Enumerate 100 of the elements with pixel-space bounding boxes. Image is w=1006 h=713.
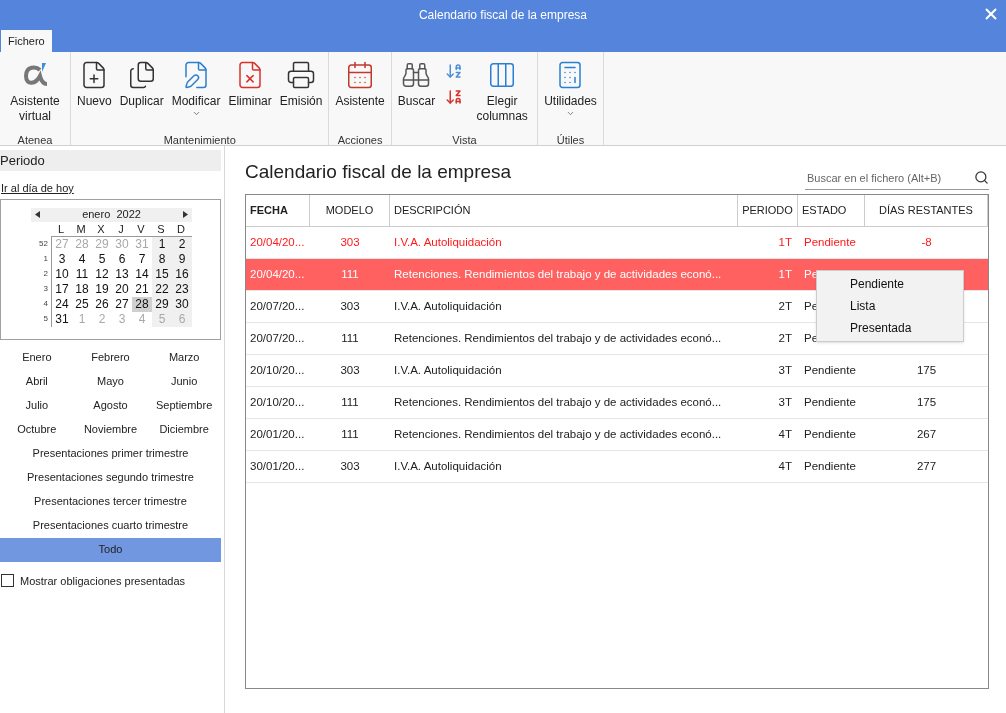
ribbon-button[interactable]: Asistente bbox=[331, 52, 389, 128]
ribbon-group-label: Mantenimiento bbox=[163, 133, 236, 148]
week-number: 3 bbox=[42, 283, 49, 295]
table-cell-text: 20/10/20... bbox=[249, 362, 306, 378]
calendar-day[interactable]: 21 bbox=[132, 281, 152, 297]
ribbon-group-label: Atenea bbox=[17, 133, 53, 148]
table-cell-text: Retenciones. Rendimientos del trabajo y de actividades econó... bbox=[393, 266, 723, 282]
period-option[interactable]: Abril bbox=[0, 369, 74, 394]
calendar-day[interactable]: 20 bbox=[112, 281, 132, 297]
table-cell-text: -8 bbox=[920, 234, 933, 250]
column-header[interactable]: DESCRIPCIÓN bbox=[390, 195, 738, 226]
ribbon-button[interactable]: Elegir columnas bbox=[469, 52, 536, 128]
period-option[interactable]: Junio bbox=[147, 369, 221, 394]
period-option[interactable]: Diciembre bbox=[147, 417, 221, 442]
table-cell-text: I.V.A. Autoliquidación bbox=[393, 458, 503, 474]
calendar-day[interactable]: 3 bbox=[52, 251, 72, 267]
table-cell-text: Pendiente bbox=[803, 234, 857, 250]
period-option[interactable]: Octubre bbox=[0, 417, 74, 442]
calendar-day[interactable]: 17 bbox=[52, 281, 72, 297]
calendar-day[interactable]: 31 bbox=[52, 311, 72, 327]
printer-icon bbox=[286, 60, 317, 90]
weekday-label: L bbox=[56, 221, 66, 237]
period-option[interactable]: Julio bbox=[0, 393, 74, 418]
table-cell-text: 267 bbox=[915, 426, 938, 442]
checkbox-label: Mostrar obligaciones presentadas bbox=[20, 573, 186, 589]
period-option[interactable]: Noviembre bbox=[73, 417, 148, 442]
period-option[interactable]: Todo bbox=[0, 537, 221, 562]
calendar-day[interactable]: 5 bbox=[92, 251, 112, 267]
table-cell-text: Pendiente bbox=[803, 394, 857, 410]
weekday-label: D bbox=[176, 221, 186, 237]
left-arrow-icon bbox=[35, 211, 40, 218]
period-option[interactable]: Presentaciones segundo trimestre bbox=[0, 465, 221, 490]
column-header[interactable]: MODELO bbox=[310, 195, 390, 226]
week-number: 52 bbox=[38, 238, 49, 250]
calendar-day[interactable]: 18 bbox=[72, 281, 92, 297]
calendar-day[interactable]: 11 bbox=[72, 266, 92, 282]
ribbon-button[interactable]: Asistente virtual bbox=[2, 52, 68, 128]
calendar-day[interactable]: 27 bbox=[112, 296, 132, 312]
ribbon-button[interactable]: Utilidades bbox=[540, 52, 601, 128]
calendar-day[interactable]: 24 bbox=[52, 296, 72, 312]
table-row[interactable]: 20/10/20... 111 Retenciones. Rendimientos del trabajo y de actividades econó... 3T Pendiente 175 bbox=[246, 387, 988, 419]
calendar-day[interactable]: 26 bbox=[92, 296, 112, 312]
ribbon-tab[interactable]: Fichero bbox=[1, 30, 52, 52]
period-option[interactable]: Marzo bbox=[147, 345, 221, 370]
table-cell-text: Retenciones. Rendimientos del trabajo y de actividades econó... bbox=[393, 394, 723, 410]
checkbox[interactable] bbox=[1, 574, 14, 588]
table-cell-text: Pendiente bbox=[803, 458, 857, 474]
table-cell-text: 30/01/20... bbox=[249, 458, 306, 474]
menu-item[interactable]: Lista bbox=[817, 295, 963, 317]
calendar-day[interactable]: 10 bbox=[52, 266, 72, 282]
period-option[interactable]: Mayo bbox=[73, 369, 148, 394]
column-header[interactable]: ESTADO bbox=[798, 195, 865, 226]
calendar-day[interactable]: 7 bbox=[132, 251, 152, 267]
period-option[interactable]: Presentaciones cuarto trimestre bbox=[0, 513, 221, 538]
column-header[interactable]: PERIODO bbox=[738, 195, 798, 226]
table-cell-text: Pendiente bbox=[803, 426, 857, 442]
calendar-day[interactable]: 25 bbox=[72, 296, 92, 312]
calendar-day[interactable]: 1 bbox=[152, 237, 172, 252]
week-number: 1 bbox=[42, 253, 49, 265]
period-option[interactable]: Febrero bbox=[73, 345, 148, 370]
table-cell-text: 111 bbox=[340, 266, 360, 282]
table-cell-text: 4T bbox=[777, 458, 793, 474]
table-cell-text: 303 bbox=[339, 362, 361, 378]
calendar-day[interactable]: 6 bbox=[112, 251, 132, 267]
calendar-day[interactable]: 13 bbox=[112, 266, 132, 282]
period-option[interactable]: Agosto bbox=[73, 393, 148, 418]
table-cell-text: 20/01/20... bbox=[249, 426, 306, 442]
table-row[interactable]: 20/01/20... 111 Retenciones. Rendimientos del trabajo y de actividades econó... 4T Pendiente 267 bbox=[246, 419, 988, 451]
page-title: Calendario fiscal de la empresa bbox=[245, 159, 512, 184]
calendar-day[interactable]: 28 bbox=[132, 296, 152, 312]
dropdown-icon bbox=[566, 109, 575, 118]
ribbon-button[interactable]: Buscar bbox=[393, 52, 440, 128]
today-link[interactable]: Ir al día de hoy bbox=[1, 180, 224, 197]
column-header[interactable]: DÍAS RESTANTES bbox=[865, 195, 988, 226]
table-row[interactable]: 30/01/20... 303 I.V.A. Autoliquidación 4T Pendiente 277 bbox=[246, 451, 988, 483]
calendar-day[interactable]: 2 bbox=[172, 237, 192, 252]
calendar-day[interactable]: 19 bbox=[92, 281, 112, 297]
calendar-day[interactable]: 12 bbox=[92, 266, 112, 282]
calendar-day[interactable]: 14 bbox=[132, 266, 152, 282]
table-cell-text: 20/10/20... bbox=[249, 394, 306, 410]
table-row[interactable]: 20/10/20... 303 I.V.A. Autoliquidación 3T Pendiente 175 bbox=[246, 355, 988, 387]
period-option[interactable]: Enero bbox=[0, 345, 74, 370]
next-month-button[interactable] bbox=[183, 211, 188, 218]
ribbon-button[interactable]: Eliminar bbox=[224, 52, 276, 128]
ribbon-button[interactable]: Nuevo bbox=[73, 52, 116, 128]
table-cell-text: 175 bbox=[915, 394, 938, 410]
ribbon-button[interactable]: Modificar bbox=[167, 52, 225, 128]
period-option[interactable]: Septiembre bbox=[147, 393, 221, 418]
calendar-day[interactable]: 4 bbox=[72, 251, 92, 267]
table-cell-text: 20/04/20... bbox=[249, 266, 306, 282]
ribbon-button[interactable]: Emisión bbox=[275, 52, 327, 128]
period-option[interactable]: Presentaciones primer trimestre bbox=[0, 441, 221, 466]
period-option[interactable]: Presentaciones tercer trimestre bbox=[0, 489, 221, 514]
search-field[interactable]: Buscar en el fichero (Alt+B) bbox=[805, 169, 989, 190]
ribbon-button[interactable]: Duplicar bbox=[115, 52, 168, 128]
column-header[interactable]: FECHA bbox=[246, 195, 310, 226]
table-cell-text: 2T bbox=[777, 298, 793, 314]
table-cell-text: 1T bbox=[777, 234, 793, 250]
table-cell-text: I.V.A. Autoliquidación bbox=[393, 362, 503, 378]
previous-month-button[interactable] bbox=[35, 211, 40, 218]
